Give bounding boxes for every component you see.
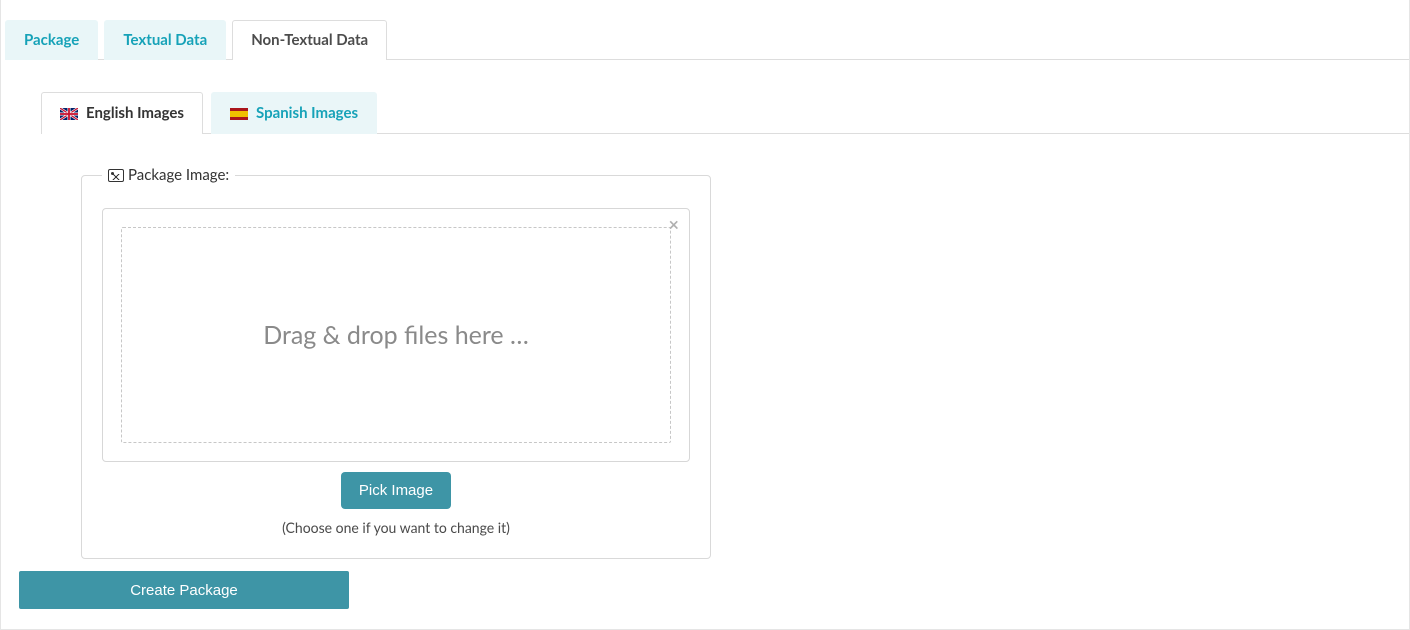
package-image-legend: Package Image: (102, 166, 235, 184)
tab-package-label: Package (24, 31, 79, 49)
package-image-group: Package Image: × Drag & drop files here … (81, 166, 711, 559)
spain-flag-icon (230, 108, 248, 120)
close-icon[interactable]: × (669, 215, 679, 233)
pick-image-button[interactable]: Pick Image (341, 472, 451, 509)
tab-english-images[interactable]: English Images (41, 92, 203, 134)
uk-flag-icon (60, 108, 78, 120)
create-package-button[interactable]: Create Package (19, 571, 349, 609)
tab-english-images-label: English Images (86, 106, 184, 121)
tab-package[interactable]: Package (5, 20, 98, 60)
tab-spanish-images-label: Spanish Images (256, 106, 358, 121)
create-package-button-label: Create Package (130, 582, 238, 599)
file-drop-container: × Drag & drop files here … (102, 208, 690, 462)
package-image-legend-text: Package Image: (128, 166, 229, 184)
file-drop-zone[interactable]: Drag & drop files here … (121, 227, 671, 443)
image-icon (108, 169, 124, 182)
tab-non-textual-data-label: Non-Textual Data (251, 31, 368, 49)
tab-textual-data-label: Textual Data (123, 31, 207, 49)
language-tabs: English Images Spanish Images (41, 92, 1409, 134)
tab-spanish-images[interactable]: Spanish Images (211, 92, 377, 134)
pick-image-button-label: Pick Image (359, 482, 433, 499)
file-drop-text: Drag & drop files here … (263, 320, 529, 350)
tab-textual-data[interactable]: Textual Data (104, 20, 226, 60)
tab-non-textual-data[interactable]: Non-Textual Data (232, 20, 387, 60)
main-tabs: Package Textual Data Non-Textual Data (5, 20, 1409, 60)
pick-image-hint: (Choose one if you want to change it) (102, 519, 690, 536)
